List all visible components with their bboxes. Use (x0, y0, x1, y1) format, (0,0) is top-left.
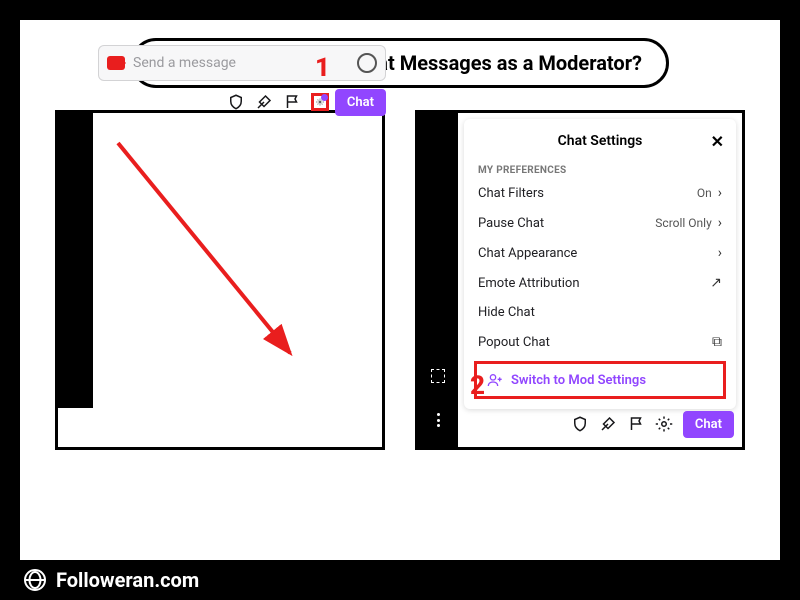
globe-icon (24, 569, 46, 591)
shield-icon[interactable] (571, 415, 589, 433)
pref-label: Hide Chat (478, 305, 535, 320)
chevron-right-icon: › (718, 215, 722, 231)
mod-badge-icon[interactable] (627, 415, 645, 433)
mod-switch-label: Switch to Mod Settings (511, 373, 646, 388)
pref-chat-filters[interactable]: Chat Filters On› (464, 178, 736, 208)
pref-label: Popout Chat (478, 335, 550, 350)
pref-emote-attribution[interactable]: Emote Attribution ↗ (464, 268, 736, 298)
popup-header: Chat Settings ✕ (464, 129, 736, 159)
step-number-1: 1 (315, 53, 330, 83)
chat-send-button[interactable]: Chat (683, 411, 734, 438)
fullscreen-icon[interactable] (431, 369, 445, 383)
shield-icon[interactable] (227, 93, 245, 111)
chevron-right-icon: › (718, 245, 722, 261)
settings-gear-icon[interactable] (655, 415, 673, 433)
inner-canvas: How to Delete Twitch Chat Messages as a … (20, 20, 780, 580)
brand-name: Followeran.com (56, 568, 199, 592)
section-my-preferences: MY PREFERENCES (464, 159, 736, 178)
pref-label: Chat Appearance (478, 246, 577, 261)
instruction-arrow-icon (110, 135, 330, 375)
step-number-2: 2 (470, 371, 485, 401)
chat-input-row: Send a message (98, 45, 386, 81)
panels-row: Send a message (20, 110, 780, 450)
pref-value: ↗ (710, 275, 722, 291)
footer-brand-bar: Followeran.com (0, 560, 800, 600)
chat-toolbar: Chat (98, 87, 386, 117)
pref-value: › (718, 245, 722, 261)
pref-popout-chat[interactable]: Popout Chat ⧉ (464, 327, 736, 357)
chat-toolbar: Chat (464, 409, 734, 439)
step-panel-1: Send a message (55, 110, 385, 450)
outer-frame: How to Delete Twitch Chat Messages as a … (0, 0, 800, 600)
sword-icon[interactable] (255, 93, 273, 111)
pref-chat-appearance[interactable]: Chat Appearance › (464, 238, 736, 268)
popup-title: Chat Settings (558, 133, 643, 149)
video-player-edge (58, 113, 93, 408)
chat-send-button[interactable]: Chat (335, 89, 386, 116)
pref-value: Scroll Only› (655, 215, 722, 231)
mod-badge-icon[interactable] (283, 93, 301, 111)
chat-settings-popup: Chat Settings ✕ MY PREFERENCES Chat Filt… (464, 119, 736, 409)
chevron-right-icon: › (718, 185, 722, 201)
more-options-icon[interactable] (437, 413, 440, 427)
pref-value: ⧉ (712, 334, 722, 350)
pref-label: Chat Filters (478, 186, 544, 201)
notification-dot-icon (321, 94, 328, 101)
sword-icon[interactable] (599, 415, 617, 433)
close-icon[interactable]: ✕ (711, 132, 724, 151)
settings-gear-icon[interactable] (311, 93, 329, 111)
step-panel-2: Chat Settings ✕ MY PREFERENCES Chat Filt… (415, 110, 745, 450)
popout-icon: ⧉ (712, 334, 722, 350)
pref-label: Emote Attribution (478, 276, 580, 291)
pref-label: Pause Chat (478, 216, 544, 231)
external-link-icon: ↗ (710, 275, 722, 291)
switch-mod-settings-button[interactable]: Switch to Mod Settings (474, 361, 726, 399)
camera-icon (107, 56, 125, 70)
emoji-picker-icon[interactable] (357, 53, 377, 73)
pref-pause-chat[interactable]: Pause Chat Scroll Only› (464, 208, 736, 238)
person-plus-icon (487, 372, 503, 388)
video-player-edge (418, 113, 458, 447)
pref-value: On› (697, 185, 722, 201)
pref-hide-chat[interactable]: Hide Chat (464, 298, 736, 327)
